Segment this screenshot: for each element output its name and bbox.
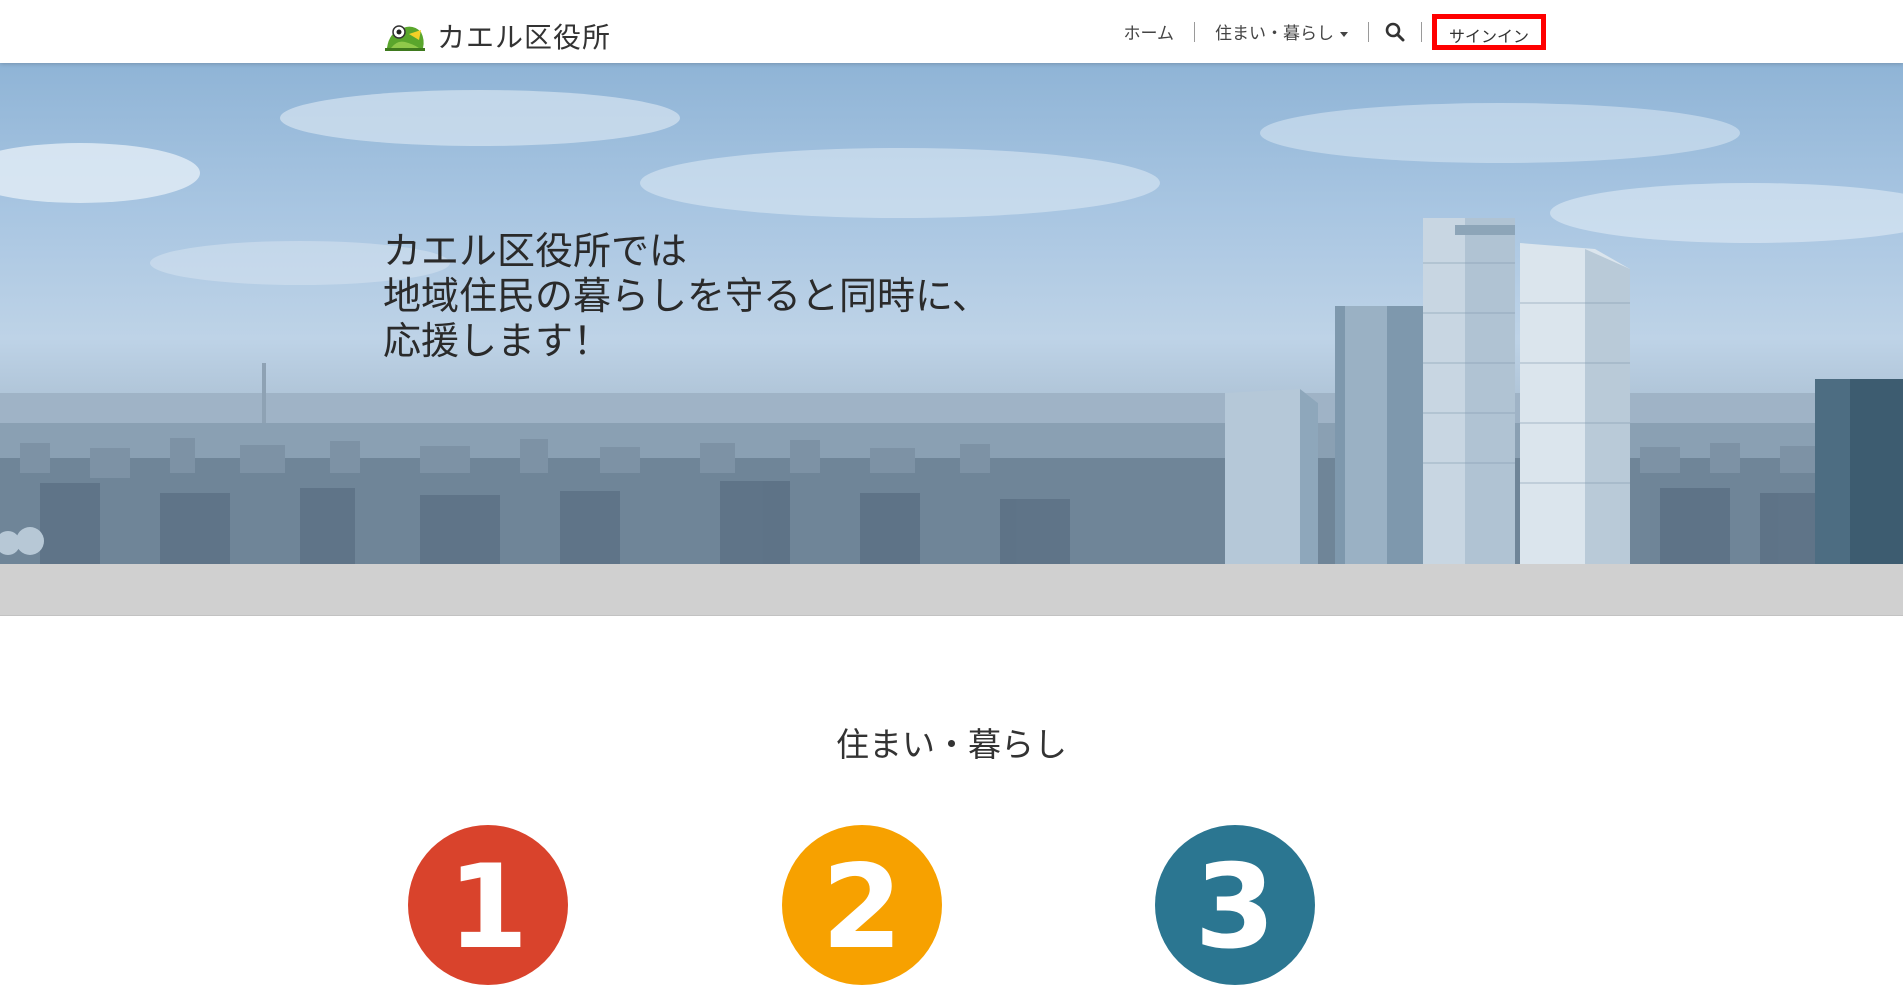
hero-banner: カエル区役所では 地域住民の暮らしを守ると同時に、 応援します！: [0, 63, 1903, 564]
brand[interactable]: カエル区役所: [383, 16, 611, 56]
signin-button[interactable]: サインイン: [1432, 13, 1546, 50]
frog-logo-icon: [385, 25, 425, 51]
step-3-number: 3: [1194, 840, 1276, 975]
gray-divider-band: [0, 564, 1903, 616]
main-nav: ホーム 住まい・暮らし サインイン: [1104, 0, 1546, 63]
brand-name: カエル区役所: [437, 21, 612, 54]
step-3-circle[interactable]: 3: [1155, 825, 1315, 985]
site-header: カエル区役所 ホーム 住まい・暮らし サインイン: [0, 0, 1903, 63]
step-2-circle[interactable]: 2: [782, 825, 942, 985]
caret-down-icon: [1340, 31, 1348, 37]
step-2-number: 2: [821, 840, 903, 975]
step-1-circle[interactable]: 1: [408, 825, 568, 985]
search-button[interactable]: [1369, 17, 1421, 47]
section-title: 住まい・暮らし: [836, 725, 1067, 764]
nav-divider: [1421, 21, 1422, 42]
nav-home[interactable]: ホーム: [1104, 19, 1195, 44]
hero-headline: カエル区役所では 地域住民の暮らしを守ると同時に、 応援します！: [383, 229, 990, 363]
step-1-number: 1: [447, 840, 529, 975]
nav-living-dropdown[interactable]: 住まい・暮らし: [1195, 19, 1368, 44]
search-icon: [1385, 22, 1405, 41]
nav-living-label: 住まい・暮らし: [1215, 24, 1334, 44]
